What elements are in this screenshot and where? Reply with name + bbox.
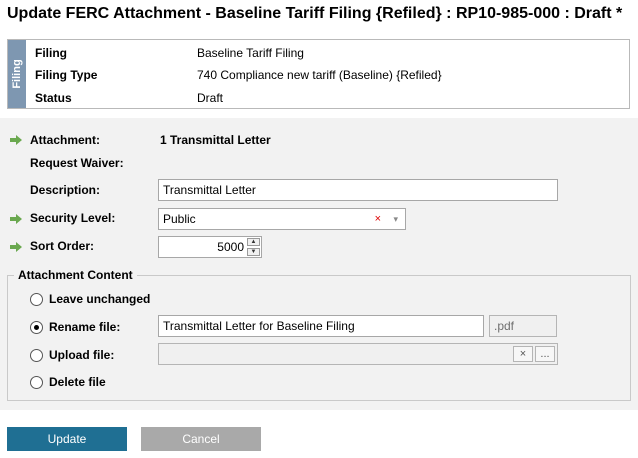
description-label: Description: xyxy=(30,183,101,197)
request-waiver-label: Request Waiver: xyxy=(30,156,124,170)
attachment-value: 1 Transmittal Letter xyxy=(160,133,271,147)
chevron-down-icon[interactable]: ▾ xyxy=(393,209,398,229)
leave-unchanged-label[interactable]: Leave unchanged xyxy=(49,291,150,307)
info-label-filing-type: Filing Type xyxy=(35,68,98,82)
page-title: Update FERC Attachment - Baseline Tariff… xyxy=(7,5,623,22)
update-button[interactable]: Update xyxy=(7,427,127,451)
upload-file-label[interactable]: Upload file: xyxy=(49,347,114,363)
sort-order-value[interactable]: 5000 xyxy=(217,237,244,257)
radio-rename-file[interactable] xyxy=(30,321,43,334)
file-extension: .pdf xyxy=(489,315,557,337)
info-value-filing-type: 740 Compliance new tariff (Baseline) {Re… xyxy=(197,68,442,82)
info-value-status: Draft xyxy=(197,91,224,105)
required-arrow-icon xyxy=(10,242,22,252)
rename-file-label[interactable]: Rename file: xyxy=(49,319,120,335)
spin-up-icon[interactable]: ▲ xyxy=(247,238,260,246)
delete-file-label[interactable]: Delete file xyxy=(49,374,106,390)
attachment-label: Attachment: xyxy=(30,133,101,147)
info-label-filing: Filing xyxy=(35,46,67,60)
rename-file-input[interactable] xyxy=(158,315,484,337)
info-value-filing: Baseline Tariff Filing xyxy=(197,46,304,60)
security-level-value: Public xyxy=(163,212,196,226)
upload-file-field[interactable]: × ... xyxy=(158,343,558,365)
clear-icon[interactable]: × xyxy=(375,209,381,229)
filing-tab-label: Filing xyxy=(11,59,23,89)
description-input[interactable] xyxy=(158,179,558,201)
info-label-status: Status xyxy=(35,91,72,105)
browse-button[interactable]: ... xyxy=(535,346,555,362)
sort-order-label: Sort Order: xyxy=(30,239,95,253)
radio-leave-unchanged[interactable] xyxy=(30,293,43,306)
required-arrow-icon xyxy=(10,135,22,145)
clear-icon[interactable]: × xyxy=(513,346,533,362)
spinner: ▲ ▼ xyxy=(247,238,260,256)
security-level-label: Security Level: xyxy=(30,211,116,225)
filing-info-panel: Filing Filing Baseline Tariff Filing Fil… xyxy=(7,39,630,109)
spin-down-icon[interactable]: ▼ xyxy=(247,248,260,256)
sort-order-stepper[interactable]: 5000 ▲ ▼ xyxy=(158,236,262,258)
cancel-button[interactable]: Cancel xyxy=(141,427,261,451)
radio-upload-file[interactable] xyxy=(30,349,43,362)
required-arrow-icon xyxy=(10,214,22,224)
radio-delete-file[interactable] xyxy=(30,376,43,389)
attachment-content-legend: Attachment Content xyxy=(18,268,133,282)
security-level-select[interactable]: Public × ▾ xyxy=(158,208,406,230)
attachment-form: Attachment: 1 Transmittal Letter Request… xyxy=(0,118,638,410)
filing-tab: Filing xyxy=(8,40,26,108)
